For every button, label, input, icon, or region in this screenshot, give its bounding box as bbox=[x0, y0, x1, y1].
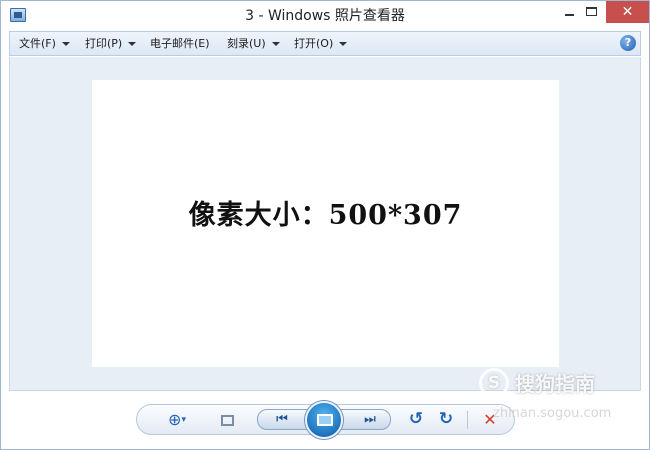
chevron-down-icon: ▾ bbox=[181, 415, 186, 425]
menu-burn-label: 刻录(U) bbox=[227, 37, 266, 50]
menu-bar: 文件(F) 打印(P) 电子邮件(E) 刻录(U) 打开(O) ? bbox=[9, 31, 641, 56]
menu-print[interactable]: 打印(P) bbox=[85, 32, 137, 55]
watermark: S 搜狗指南 zhinan.sogou.com bbox=[479, 366, 639, 421]
menu-burn[interactable]: 刻录(U) bbox=[227, 32, 280, 55]
menu-open-label: 打开(O) bbox=[294, 37, 334, 50]
help-icon[interactable]: ? bbox=[620, 35, 636, 51]
menu-file-label: 文件(F) bbox=[19, 37, 56, 50]
watermark-title: 搜狗指南 bbox=[515, 372, 595, 396]
previous-button[interactable]: ⏮ bbox=[271, 405, 293, 434]
rotate-clockwise-button[interactable]: ↻ bbox=[435, 405, 457, 434]
toolbar-divider bbox=[467, 411, 468, 429]
image-text: 像素大小：500*307 bbox=[188, 200, 463, 231]
close-button[interactable]: ✕ bbox=[606, 1, 649, 23]
minimize-icon bbox=[565, 14, 574, 16]
title-bar[interactable]: 3 - Windows 照片查看器 ✕ bbox=[1, 1, 649, 31]
chevron-down-icon bbox=[271, 42, 280, 46]
window-title: 3 - Windows 照片查看器 bbox=[245, 8, 405, 24]
fit-to-window-icon bbox=[220, 415, 234, 426]
menu-email[interactable]: 电子邮件(E) bbox=[150, 32, 210, 55]
photo-viewer-window: 3 - Windows 照片查看器 ✕ 文件(F) 打印(P) 电子邮件(E) … bbox=[0, 0, 650, 450]
zoom-button[interactable]: ⊕▾ bbox=[161, 405, 193, 434]
watermark-url: zhinan.sogou.com bbox=[493, 406, 612, 421]
slideshow-button[interactable] bbox=[305, 401, 343, 439]
menu-email-label: 电子邮件(E) bbox=[150, 37, 210, 50]
chevron-down-icon bbox=[128, 42, 137, 46]
rotate-counterclockwise-icon: ↺ bbox=[408, 409, 424, 429]
image-viewport[interactable]: 像素大小：500*307 bbox=[9, 57, 641, 391]
slideshow-icon bbox=[317, 414, 333, 426]
fit-to-window-button[interactable] bbox=[215, 405, 239, 434]
chevron-down-icon bbox=[61, 42, 70, 46]
zoom-icon: ⊕ bbox=[168, 410, 182, 429]
bottom-toolbar: ⊕▾ ⏮ ⏭ ↺ ↻ ✕ bbox=[136, 401, 515, 439]
rotate-counterclockwise-button[interactable]: ↺ bbox=[405, 405, 427, 434]
menu-file[interactable]: 文件(F) bbox=[19, 32, 70, 55]
previous-icon: ⏮ bbox=[276, 412, 288, 427]
maximize-icon bbox=[586, 7, 597, 16]
next-button[interactable]: ⏭ bbox=[359, 405, 381, 434]
maximize-button[interactable] bbox=[576, 1, 610, 23]
chevron-down-icon bbox=[339, 42, 348, 46]
next-icon: ⏭ bbox=[364, 412, 376, 427]
displayed-image: 像素大小：500*307 bbox=[92, 80, 559, 367]
watermark-logo-icon: S bbox=[479, 368, 509, 398]
close-icon: ✕ bbox=[621, 4, 634, 20]
rotate-clockwise-icon: ↻ bbox=[438, 409, 454, 429]
menu-print-label: 打印(P) bbox=[85, 37, 123, 50]
menu-open[interactable]: 打开(O) bbox=[294, 32, 348, 55]
